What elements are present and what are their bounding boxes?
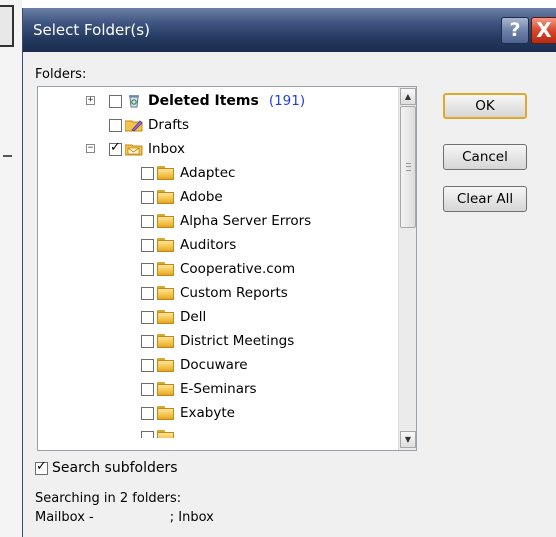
checkbox-custom-reports[interactable]	[141, 286, 154, 300]
tree-item-auditors[interactable]: Auditors	[141, 234, 236, 256]
folders-label: Folders:	[35, 67, 87, 82]
folder-label: Dell	[180, 309, 207, 325]
checkbox-exabyte[interactable]	[141, 406, 154, 420]
checkbox-district-meetings[interactable]	[141, 334, 154, 348]
search-subfolders-option[interactable]: Search subfolders	[35, 459, 178, 476]
folder-icon	[157, 190, 175, 204]
tree-item-deleted-items[interactable]: Deleted Items (191)	[109, 90, 305, 112]
checkbox-docuware[interactable]	[141, 358, 154, 372]
help-button[interactable]: ?	[501, 17, 529, 44]
tree-item-adaptec[interactable]: Adaptec	[141, 162, 235, 184]
folder-icon	[157, 166, 175, 180]
folder-label: District Meetings	[180, 333, 295, 349]
tree-item-cooperative-com[interactable]: Cooperative.com	[141, 258, 295, 280]
tree-item-partial[interactable]	[141, 426, 180, 438]
tree-item-docuware[interactable]: Docuware	[141, 354, 248, 376]
scrollbar-thumb[interactable]	[400, 106, 416, 228]
grip-icon	[406, 163, 411, 171]
checkbox-alpha-server-errors[interactable]	[141, 214, 154, 228]
folder-icon	[157, 262, 175, 276]
tree-item-inbox[interactable]: Inbox	[109, 138, 185, 160]
checkbox-inbox[interactable]	[109, 140, 122, 156]
tree-item-adobe[interactable]: Adobe	[141, 186, 223, 208]
folder-icon	[157, 358, 175, 372]
scroll-up-icon[interactable]: ▲	[400, 88, 416, 105]
folder-label: Alpha Server Errors	[180, 213, 312, 229]
tree-item-custom-reports[interactable]: Custom Reports	[141, 282, 288, 304]
tree-item-drafts[interactable]: Drafts	[109, 114, 189, 136]
checkbox-cooperative-com[interactable]	[141, 262, 154, 276]
collapse-inbox-icon[interactable]: −	[86, 144, 95, 153]
checkbox-auditors[interactable]	[141, 238, 154, 252]
folder-label: Cooperative.com	[180, 261, 296, 277]
folder-icon	[157, 430, 175, 438]
deleted-items-label: Deleted Items	[148, 93, 259, 109]
folder-icon	[157, 310, 175, 324]
folder-icon	[157, 214, 175, 228]
checkbox-drafts[interactable]	[109, 118, 122, 132]
select-folders-dialog: Select Folder(s) ? X Folders: + Deleted …	[22, 8, 556, 537]
scroll-down-icon[interactable]: ▼	[400, 431, 416, 448]
folder-label: Docuware	[180, 357, 248, 373]
checkbox-adobe[interactable]	[141, 190, 154, 204]
folder-label: Auditors	[180, 237, 237, 253]
tree-item-district-meetings[interactable]: District Meetings	[141, 330, 294, 352]
checkbox-adaptec[interactable]	[141, 166, 154, 180]
folder-icon	[157, 286, 175, 300]
folder-label: E-Seminars	[180, 381, 257, 397]
inbox-folder-icon	[125, 144, 143, 156]
folder-label: Exabyte	[180, 405, 235, 421]
mailbox-prefix: Mailbox -	[35, 510, 94, 525]
expand-deleted-items-icon[interactable]: +	[86, 96, 95, 105]
ok-button[interactable]: OK	[443, 93, 527, 119]
folder-tree-scrollbar[interactable]: ▲ ▼	[398, 87, 416, 450]
background-dash	[3, 155, 12, 157]
tree-item-e-seminars[interactable]: E-Seminars	[141, 378, 257, 400]
search-subfolders-checkbox[interactable]	[35, 459, 48, 475]
clear-all-button[interactable]: Clear All	[443, 186, 527, 212]
inbox-label: Inbox	[148, 141, 185, 157]
background-box	[0, 5, 14, 47]
recycle-bin-icon	[129, 95, 139, 108]
tree-item-alpha-server-errors[interactable]: Alpha Server Errors	[141, 210, 311, 232]
title-bar[interactable]: Select Folder(s) ? X	[23, 8, 556, 52]
folder-icon	[157, 238, 175, 252]
folder-icon	[157, 406, 175, 420]
search-subfolders-label: Search subfolders	[52, 460, 178, 476]
folder-tree[interactable]: + Deleted Items (191) Drafts − ✓ Inbox A…	[37, 86, 417, 451]
cancel-button[interactable]: Cancel	[443, 144, 527, 170]
tree-item-dell[interactable]: Dell	[141, 306, 206, 328]
folder-label: Adaptec	[180, 165, 236, 181]
checkbox-deleted-items[interactable]	[109, 94, 122, 108]
dialog-title: Select Folder(s)	[33, 21, 150, 39]
checkbox-partial[interactable]	[141, 430, 154, 438]
search-scope-text: Mailbox - ; Inbox	[35, 510, 214, 525]
background-window-edge	[0, 0, 22, 537]
mailbox-suffix: ; Inbox	[169, 510, 214, 525]
tree-item-exabyte[interactable]: Exabyte	[141, 402, 235, 424]
folder-label: Adobe	[180, 189, 223, 205]
folder-icon	[157, 334, 175, 348]
drafts-label: Drafts	[148, 117, 190, 133]
folder-label: Custom Reports	[180, 285, 288, 301]
deleted-items-count: (191)	[268, 93, 306, 109]
drafts-folder-icon	[125, 120, 143, 132]
checkbox-dell[interactable]	[141, 310, 154, 324]
checkbox-e-seminars[interactable]	[141, 382, 154, 396]
folder-icon	[157, 382, 175, 396]
searching-in-label: Searching in 2 folders:	[35, 491, 182, 506]
close-button[interactable]: X	[531, 17, 556, 44]
